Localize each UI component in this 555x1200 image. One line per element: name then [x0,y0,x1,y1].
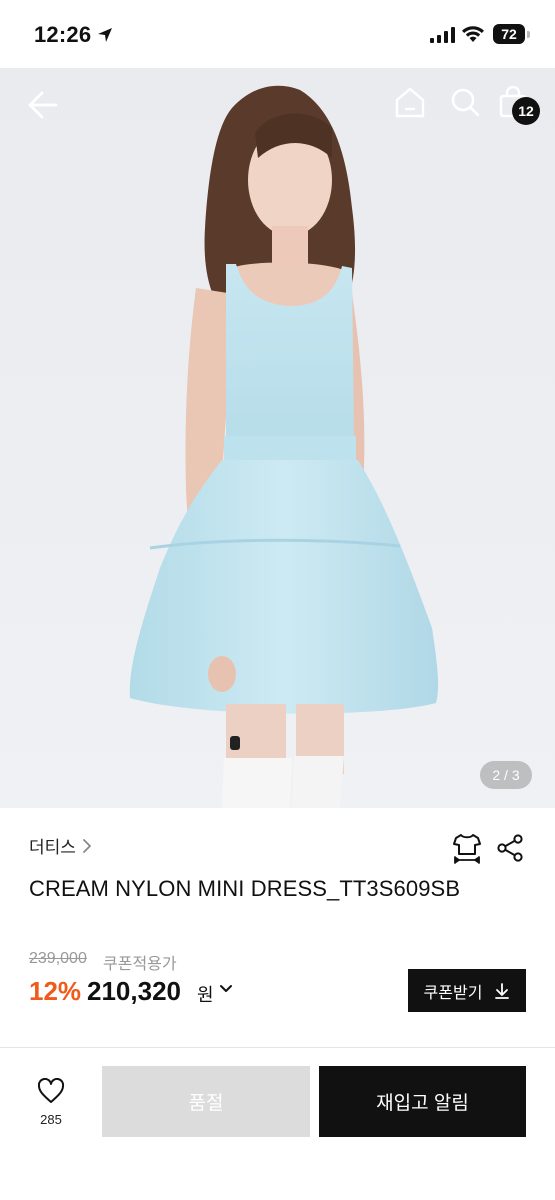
status-bar: 12:26 72 [0,0,555,68]
cart-count-badge: 12 [512,97,540,125]
brand-name: 더티스 [29,838,76,857]
currency-unit: 원 [197,985,214,1005]
sale-price: 210,320 [87,976,181,1006]
heart-icon [37,1077,65,1103]
sold-out-button[interactable]: 품절 [102,1066,310,1137]
discount-rate: 12% [29,976,82,1006]
status-time: 12:26 [34,22,92,47]
home-icon[interactable] [394,86,426,120]
product-photo [129,85,439,808]
like-count: 285 [40,1112,62,1127]
battery-tip [527,31,530,38]
signal-icon [430,27,455,43]
product-title: CREAM NYLON MINI DRESS_TT3S609SB [29,876,461,901]
product-image-gallery[interactable] [0,68,555,808]
back-arrow-icon[interactable] [26,88,60,122]
bottom-bar-divider [0,1047,555,1048]
gallery-page-indicator: 2 / 3 [480,761,532,789]
restock-alert-button[interactable]: 재입고 알림 [319,1066,526,1137]
location-arrow-icon [98,28,112,42]
original-price: 239,000 [29,950,87,967]
battery-icon: 72 [493,24,525,44]
search-icon[interactable] [449,86,481,120]
get-coupon-button[interactable]: 쿠폰받기 [408,969,526,1012]
size-guide-icon[interactable] [451,832,483,864]
get-coupon-label: 쿠폰받기 [423,984,483,1002]
download-icon [495,982,510,999]
brand-link[interactable]: 더티스 [29,833,92,858]
chevron-right-icon [83,838,91,853]
share-icon[interactable] [496,833,524,863]
wifi-icon [462,26,484,42]
chevron-down-icon[interactable] [219,984,233,994]
coupon-price-label: 쿠폰적용가 [103,956,177,973]
